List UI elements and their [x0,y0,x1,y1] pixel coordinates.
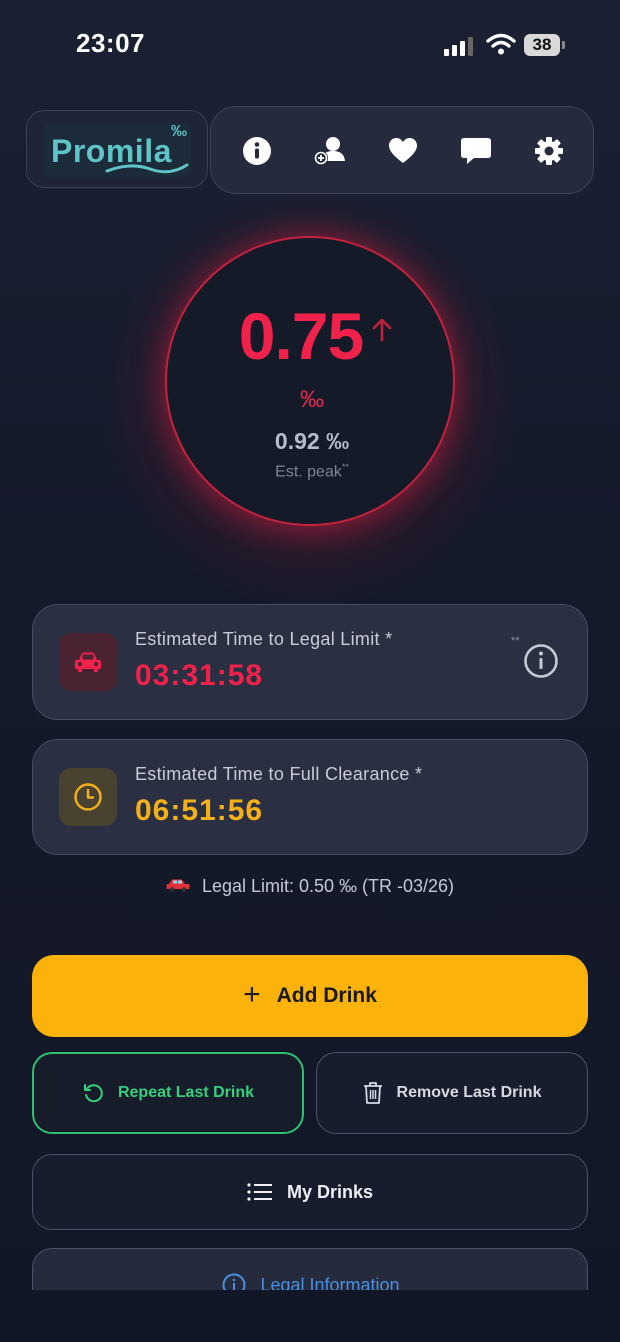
add-user-icon [314,137,345,165]
repeat-last-drink-label: Repeat Last Drink [117,1084,255,1101]
logo-suffix: ‰ [171,123,187,140]
car-icon [166,879,190,893]
trend-up-icon [372,318,392,342]
info-icon [243,137,271,165]
add-drink-button[interactable]: + Add Drink [32,955,588,1037]
car-icon [59,633,117,691]
card-label: Estimated Time to Full Clearance * [135,764,423,784]
card-label: Estimated Time to Legal Limit * [135,629,393,649]
plus-icon: + [243,978,261,1011]
logo-wave [105,163,189,174]
battery-level: 38 [524,34,560,56]
battery-indicator: 38 [524,34,566,56]
repeat-icon [82,1082,104,1104]
clock-icon [59,768,117,826]
wifi-icon [486,33,516,55]
peak-value: 0.92 ‰ [274,428,350,454]
legal-limit-text: Legal Limit: 0.50 ‰ (TR -03/26) [201,876,455,896]
feedback-button[interactable] [458,133,494,169]
legal-limit-info: Legal Limit: 0.50 ‰ (TR -03/26) [0,876,620,897]
card-footnote-marker: ** [511,635,520,647]
legal-limit-countdown: 03:31:58 [135,659,264,692]
gear-icon [535,137,563,165]
chat-icon [461,138,491,164]
favorites-button[interactable] [385,133,421,169]
remove-last-drink-button[interactable]: Remove Last Drink [316,1052,588,1134]
settings-button[interactable] [531,133,567,169]
bac-unit: ‰ [300,386,324,413]
my-drinks-label: My Drinks [286,1181,374,1202]
full-clearance-timer-card: Estimated Time to Full Clearance * 06:51… [32,739,588,855]
app-logo[interactable]: Promila ‰ [26,110,208,188]
top-toolbar [210,106,594,194]
my-drinks-button[interactable]: My Drinks [32,1154,588,1230]
peak-label: Est. peak** [275,462,349,481]
list-icon [247,1182,273,1202]
signal-icon [444,37,473,56]
bottom-edge [0,1290,620,1342]
legal-limit-timer-card: Estimated Time to Legal Limit * 03:31:58… [32,604,588,720]
remove-last-drink-label: Remove Last Drink [396,1084,542,1101]
heart-icon [389,138,417,163]
bac-gauge: 0.75 ‰ 0.92 ‰ Est. peak** [165,236,455,526]
add-user-button[interactable] [312,133,348,169]
info-button[interactable] [239,133,275,169]
bac-value: 0.75 [238,299,364,373]
add-drink-label: Add Drink [276,984,377,1007]
repeat-last-drink-button[interactable]: Repeat Last Drink [32,1052,304,1134]
info-button[interactable] [523,643,559,679]
status-time: 23:07 [76,28,145,58]
full-clearance-countdown: 06:51:56 [135,794,264,827]
trash-icon [363,1081,383,1105]
